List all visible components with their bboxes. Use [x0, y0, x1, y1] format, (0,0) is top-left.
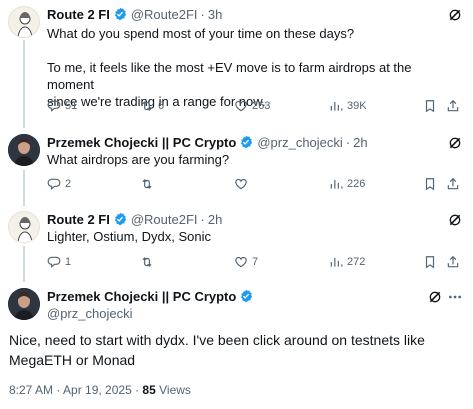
- reply-button[interactable]: 1: [47, 253, 71, 271]
- repost-count: 6: [158, 100, 165, 112]
- share-icon: [446, 255, 460, 269]
- views-button[interactable]: 272: [329, 253, 365, 271]
- grok-icon[interactable]: [447, 212, 463, 228]
- separator: ·: [200, 211, 205, 227]
- views-icon: [329, 99, 343, 113]
- bookmark-button[interactable]: [423, 253, 437, 271]
- avatar[interactable]: [8, 211, 40, 243]
- views-icon: [329, 177, 343, 191]
- verified-badge-icon: [113, 7, 127, 21]
- views-button[interactable]: 226: [329, 175, 365, 193]
- like-button[interactable]: 263: [234, 97, 270, 115]
- bookmark-button[interactable]: [423, 175, 437, 193]
- reply-icon: [47, 255, 61, 269]
- tweet-header: Route 2 FI @Route2FI · 2h: [47, 210, 222, 228]
- heart-icon: [234, 177, 248, 191]
- reply-icon: [47, 99, 61, 113]
- views-icon: [329, 255, 343, 269]
- reply-count: 1: [65, 256, 72, 268]
- tweet-1[interactable]: Route 2 FI @Route2FI · 3h What do you sp…: [0, 0, 473, 126]
- share-icon: [446, 177, 460, 191]
- text-line: [47, 42, 457, 59]
- tweet-2[interactable]: Przemek Chojecki || PC Crypto @prz_choje…: [0, 128, 473, 204]
- repost-icon: [140, 99, 154, 113]
- reply-button[interactable]: 2: [47, 175, 71, 193]
- repost-button[interactable]: [140, 175, 158, 193]
- repost-icon: [140, 177, 154, 191]
- text-line: To me, it feels like the most +EV move i…: [47, 60, 412, 92]
- tweet-header: Przemek Chojecki || PC Crypto @prz_choje…: [47, 133, 368, 151]
- action-bar: 1 7 272: [47, 253, 462, 271]
- author-handle[interactable]: @Route2FI: [131, 7, 198, 22]
- author-name[interactable]: Route 2 FI: [47, 212, 110, 227]
- author-handle[interactable]: @prz_chojecki: [47, 306, 132, 321]
- action-bar: 2 226: [47, 175, 462, 193]
- avatar[interactable]: [8, 288, 40, 320]
- author-name[interactable]: Route 2 FI: [47, 7, 110, 22]
- share-button[interactable]: [446, 175, 460, 193]
- reply-count: 51: [65, 100, 78, 112]
- like-button[interactable]: [234, 175, 252, 193]
- verified-badge-icon: [239, 289, 253, 303]
- text-line: What do you spend most of your time on t…: [47, 26, 355, 41]
- tweet-text: Lighter, Ostium, Dydx, Sonic: [47, 228, 457, 245]
- avatar[interactable]: [8, 6, 40, 38]
- like-count: 7: [252, 256, 259, 268]
- timestamp[interactable]: 2h: [208, 212, 222, 227]
- like-button[interactable]: 7: [234, 253, 258, 271]
- share-button[interactable]: [446, 253, 460, 271]
- verified-badge-icon: [113, 212, 127, 226]
- timestamp[interactable]: 3h: [208, 7, 222, 22]
- repost-icon: [140, 255, 154, 269]
- separator: ·: [200, 6, 205, 22]
- action-bar: 51 6 263 39K: [47, 97, 462, 115]
- tweet-header: Przemek Chojecki || PC Crypto: [47, 287, 253, 305]
- text-line: What airdrops are you farming?: [47, 152, 230, 167]
- bookmark-icon: [423, 255, 437, 269]
- text-line: Nice, need to start with dydx. I've been…: [9, 332, 425, 348]
- view-count: 226: [347, 178, 366, 190]
- repost-button[interactable]: 6: [140, 97, 164, 115]
- views-button[interactable]: 39K: [329, 97, 367, 115]
- tweet-header: Route 2 FI @Route2FI · 3h: [47, 5, 222, 23]
- repost-button[interactable]: [140, 253, 158, 271]
- grok-icon[interactable]: [427, 289, 443, 305]
- heart-icon: [234, 255, 248, 269]
- author-name[interactable]: Przemek Chojecki || PC Crypto: [47, 289, 236, 304]
- bookmark-icon: [423, 99, 437, 113]
- author-name[interactable]: Przemek Chojecki || PC Crypto: [47, 135, 236, 150]
- separator: ·: [345, 134, 351, 150]
- grok-icon[interactable]: [447, 135, 463, 151]
- view-count: 272: [347, 256, 366, 268]
- avatar[interactable]: [8, 134, 40, 166]
- author-handle[interactable]: @Route2FI: [131, 212, 198, 227]
- text-line: Lighter, Ostium, Dydx, Sonic: [47, 229, 212, 244]
- more-options-icon[interactable]: [447, 289, 463, 305]
- tweet-meta: 8:27 AM · Apr 19, 2025 · 85 Views: [9, 383, 191, 397]
- reply-icon: [47, 177, 61, 191]
- author-handle[interactable]: @prz_chojecki: [257, 135, 342, 150]
- bookmark-icon: [423, 177, 437, 191]
- share-button[interactable]: [446, 97, 460, 115]
- grok-icon[interactable]: [447, 7, 463, 23]
- reply-count: 2: [65, 178, 72, 190]
- heart-icon: [234, 99, 248, 113]
- handle-row: @prz_chojecki: [47, 304, 132, 322]
- bookmark-button[interactable]: [423, 97, 437, 115]
- view-count: 39K: [347, 100, 367, 112]
- text-line: MegaETH or Monad: [9, 352, 136, 368]
- timestamp[interactable]: 8:27 AM · Apr 19, 2025 ·: [9, 383, 142, 397]
- view-count: 85: [142, 383, 156, 397]
- views-label: Views: [155, 383, 191, 397]
- reply-button[interactable]: 51: [47, 97, 77, 115]
- tweet-text: Nice, need to start with dydx. I've been…: [9, 330, 464, 370]
- share-icon: [446, 99, 460, 113]
- timestamp[interactable]: 2h: [353, 135, 367, 150]
- tweet-text: What airdrops are you farming?: [47, 151, 457, 168]
- verified-badge-icon: [239, 135, 253, 149]
- like-count: 263: [252, 100, 271, 112]
- tweet-3[interactable]: Route 2 FI @Route2FI · 2h Lighter, Ostiu…: [0, 205, 473, 281]
